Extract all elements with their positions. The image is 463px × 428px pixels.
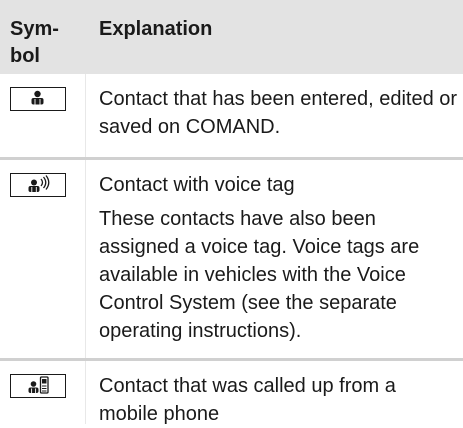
table-row: Contact with voice tag These contacts ha…	[0, 160, 463, 358]
header-explanation: Explanation	[99, 18, 213, 40]
explanation-paragraph: Contact with voice tag	[99, 174, 295, 196]
row-explanation: Contact with voice tag These contacts ha…	[99, 171, 459, 345]
table-row: Contact that has been entered, edited or…	[0, 74, 463, 157]
table-header: Sym- bol Explanation	[0, 0, 463, 74]
explanation-paragraph: Contact that was called up from a mobile…	[99, 375, 396, 425]
table-row: Contact that was called up from a mobile…	[0, 361, 463, 425]
explanation-paragraph: These contacts have also been assigned a…	[99, 208, 420, 342]
row-explanation: Contact that has been entered, edited or…	[99, 85, 459, 141]
header-symbol-text: Sym- bol	[10, 18, 59, 67]
contact-voice-tag-icon	[10, 173, 66, 197]
header-symbol: Sym- bol	[10, 16, 78, 70]
contact-mobile-phone-icon	[10, 374, 66, 398]
explanation-paragraph: Contact that has been entered, edited or…	[99, 88, 458, 138]
row-explanation: Contact that was called up from a mobile…	[99, 372, 459, 428]
contact-person-icon	[10, 87, 66, 111]
